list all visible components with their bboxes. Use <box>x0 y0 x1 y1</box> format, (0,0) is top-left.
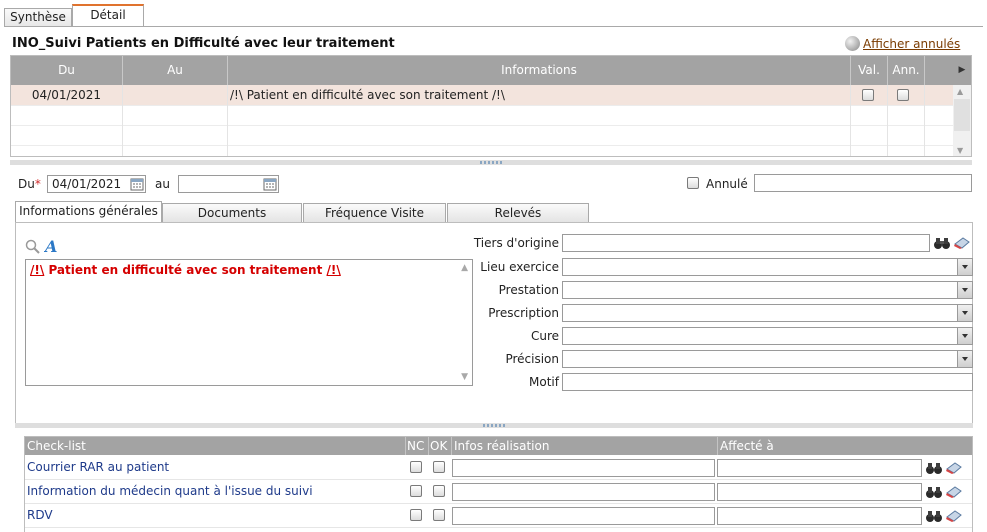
infos-realisation-input[interactable] <box>452 459 715 477</box>
lieu-exercice-label: Lieu exercice <box>480 260 559 274</box>
checklist-item-label[interactable]: RDV <box>27 508 53 522</box>
page-title: INO_Suivi Patients en Difficulté avec le… <box>12 36 395 51</box>
nc-checkbox[interactable] <box>410 461 422 473</box>
infos-realisation-input[interactable] <box>452 507 715 525</box>
note-editor[interactable]: /!\ Patient en difficulté avec son trait… <box>25 259 473 386</box>
eraser-icon[interactable] <box>945 509 963 523</box>
au-date-input[interactable] <box>178 175 279 193</box>
warning-icon: /!\ <box>326 263 341 277</box>
checklist-item-label[interactable]: Courrier RAR au patient <box>27 460 169 474</box>
column-informations[interactable]: Informations <box>228 56 850 85</box>
motif-input[interactable] <box>562 373 973 391</box>
column-ann[interactable]: Ann. <box>888 56 924 85</box>
toggle-ball-icon[interactable] <box>845 36 860 51</box>
column-menu-arrow-icon[interactable]: ▶ <box>955 56 969 85</box>
panel-splitter[interactable] <box>15 423 973 428</box>
svg-text:A: A <box>44 238 57 254</box>
cell-informations: /!\ Patient en difficulté avec son trait… <box>230 88 505 102</box>
cure-select[interactable] <box>562 327 973 345</box>
tab-documents[interactable]: Documents <box>162 203 302 222</box>
tab-synthese[interactable]: Synthèse <box>4 8 72 27</box>
annule-label: Annulé <box>706 177 748 191</box>
history-grid: Du Au Informations Val. Ann. ▶ 04/01/202… <box>10 55 972 157</box>
column-val[interactable]: Val. <box>851 56 887 85</box>
prescription-label: Prescription <box>488 306 559 320</box>
chevron-down-icon[interactable] <box>957 282 972 298</box>
cell-du: 04/01/2021 <box>31 88 102 102</box>
tiers-origine-input[interactable] <box>562 234 930 252</box>
binoculars-icon[interactable] <box>925 485 943 499</box>
column-nc[interactable]: NC <box>407 437 424 455</box>
show-cancelled-control[interactable]: Afficher annulés <box>845 36 960 51</box>
affecte-a-input[interactable] <box>717 507 922 525</box>
tab-frequence-visite[interactable]: Fréquence Visite <box>303 203 446 222</box>
ok-checkbox[interactable] <box>433 509 445 521</box>
annule-input[interactable] <box>754 174 972 192</box>
prestation-label: Prestation <box>498 283 559 297</box>
tiers-origine-label: Tiers d'origine <box>473 236 559 250</box>
zoom-icon[interactable] <box>25 239 40 254</box>
precision-select[interactable] <box>562 350 973 368</box>
tab-releves[interactable]: Relevés <box>447 203 589 222</box>
affecte-a-input[interactable] <box>717 483 922 501</box>
eraser-icon[interactable] <box>945 461 963 475</box>
history-grid-header: Du Au Informations Val. Ann. ▶ <box>11 56 971 85</box>
ann-checkbox[interactable] <box>897 89 909 101</box>
motif-label: Motif <box>529 375 559 389</box>
eraser-icon[interactable] <box>953 236 971 250</box>
binoculars-icon[interactable] <box>925 509 943 523</box>
checklist-row: Courrier RAR au patient <box>25 456 972 480</box>
au-label: au <box>155 177 170 191</box>
cure-label: Cure <box>530 329 559 343</box>
warning-note: /!\ Patient en difficulté avec son trait… <box>30 263 341 277</box>
prestation-select[interactable] <box>562 281 973 299</box>
column-affecte-a[interactable]: Affecté à <box>720 437 774 455</box>
chevron-down-icon[interactable] <box>957 328 972 344</box>
tab-bar-divider <box>4 26 983 27</box>
font-style-icon[interactable]: A <box>44 238 59 254</box>
checklist-header: Check-list NC OK Infos réalisation Affec… <box>25 437 972 455</box>
affecte-a-input[interactable] <box>717 459 922 477</box>
ok-checkbox[interactable] <box>433 485 445 497</box>
ok-checkbox[interactable] <box>433 461 445 473</box>
precision-label: Précision <box>505 352 559 366</box>
val-checkbox[interactable] <box>862 89 874 101</box>
column-au[interactable]: Au <box>123 56 227 85</box>
table-row[interactable]: 04/01/2021 /!\ Patient en difficulté ave… <box>11 85 953 105</box>
infos-realisation-input[interactable] <box>452 483 715 501</box>
tab-informations-generales[interactable]: Informations générales <box>15 201 162 223</box>
column-ok[interactable]: OK <box>430 437 447 455</box>
eraser-icon[interactable] <box>945 485 963 499</box>
du-label: Du* <box>18 177 41 191</box>
chevron-down-icon[interactable] <box>957 351 972 367</box>
binoculars-icon[interactable] <box>925 461 943 475</box>
nc-checkbox[interactable] <box>410 485 422 497</box>
binoculars-icon[interactable] <box>933 236 951 250</box>
calendar-icon[interactable] <box>263 177 277 191</box>
calendar-icon[interactable] <box>130 177 144 191</box>
warning-icon: /!\ <box>30 263 45 277</box>
checklist-item-label[interactable]: Information du médecin quant à l'issue d… <box>27 484 313 498</box>
history-grid-scrollbar[interactable]: ▲ ▼ <box>953 85 971 156</box>
nc-checkbox[interactable] <box>410 509 422 521</box>
cell-au <box>123 85 227 105</box>
checklist-row: Information du médecin quant à l'issue d… <box>25 480 972 504</box>
editor-toolbar: A <box>25 238 59 254</box>
checklist-row: RDV <box>25 504 972 528</box>
du-date-input[interactable]: 04/01/2021 <box>47 175 146 193</box>
chevron-down-icon[interactable] <box>957 305 972 321</box>
scroll-down-icon[interactable]: ▼ <box>957 146 963 155</box>
annule-checkbox[interactable] <box>687 177 699 189</box>
scroll-up-icon[interactable]: ▲ <box>957 87 963 96</box>
prescription-select[interactable] <box>562 304 973 322</box>
grid-splitter[interactable] <box>10 160 972 165</box>
chevron-down-icon[interactable] <box>957 259 972 275</box>
column-du[interactable]: Du <box>11 56 122 85</box>
show-cancelled-link[interactable]: Afficher annulés <box>863 37 960 51</box>
scroll-thumb[interactable] <box>954 99 970 131</box>
column-check-list[interactable]: Check-list <box>27 437 86 455</box>
tab-detail[interactable]: Détail <box>72 4 144 27</box>
lieu-exercice-select[interactable] <box>562 258 973 276</box>
column-infos-realisation[interactable]: Infos réalisation <box>454 437 549 455</box>
